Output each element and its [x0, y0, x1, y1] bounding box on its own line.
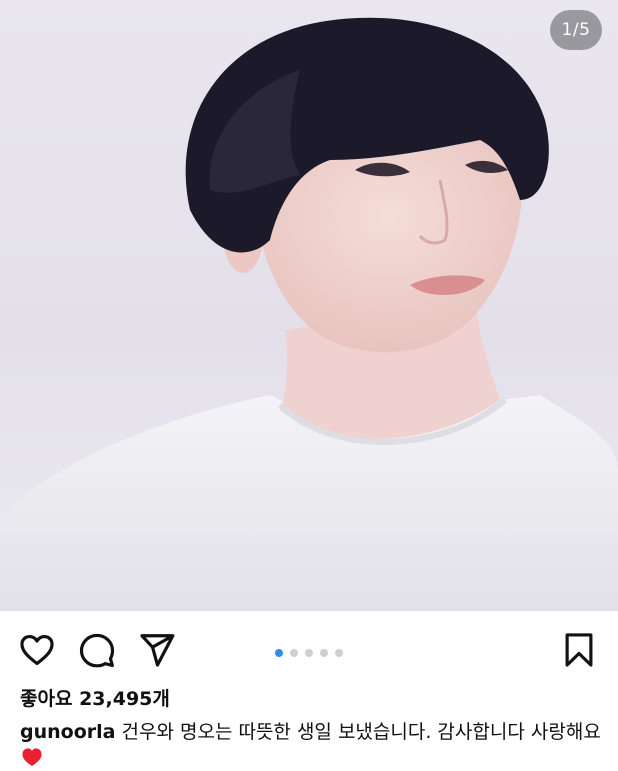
- carousel-dot: [335, 649, 343, 657]
- post-action-bar: [0, 611, 618, 687]
- carousel-dot: [305, 649, 313, 657]
- carousel-dot-active: [275, 649, 283, 657]
- red-heart-emoji-icon: [22, 748, 42, 767]
- caption-text: 건우와 명오는 따뜻한 생일 보냈습니다. 감사합니다 사랑해요: [121, 721, 601, 743]
- post-media[interactable]: 1/5: [0, 0, 618, 611]
- bookmark-outline-icon[interactable]: [560, 631, 598, 669]
- post-caption: gunoorla 건우와 명오는 따뜻한 생일 보냈습니다. 감사합니다 사랑해…: [20, 719, 605, 771]
- comment-bubble-icon[interactable]: [78, 631, 116, 669]
- heart-outline-icon[interactable]: [18, 631, 56, 669]
- carousel-dot: [290, 649, 298, 657]
- carousel-indicator: [275, 649, 343, 657]
- paper-plane-icon[interactable]: [138, 631, 176, 669]
- likes-label: 좋아요: [20, 688, 73, 710]
- caption-username[interactable]: gunoorla: [20, 721, 115, 743]
- likes-number: 23,495개: [79, 688, 170, 710]
- likes-count[interactable]: 좋아요 23,495개: [20, 684, 170, 711]
- slide-counter: 1/5: [550, 10, 602, 50]
- post-photo: [0, 17, 618, 611]
- carousel-dot: [320, 649, 328, 657]
